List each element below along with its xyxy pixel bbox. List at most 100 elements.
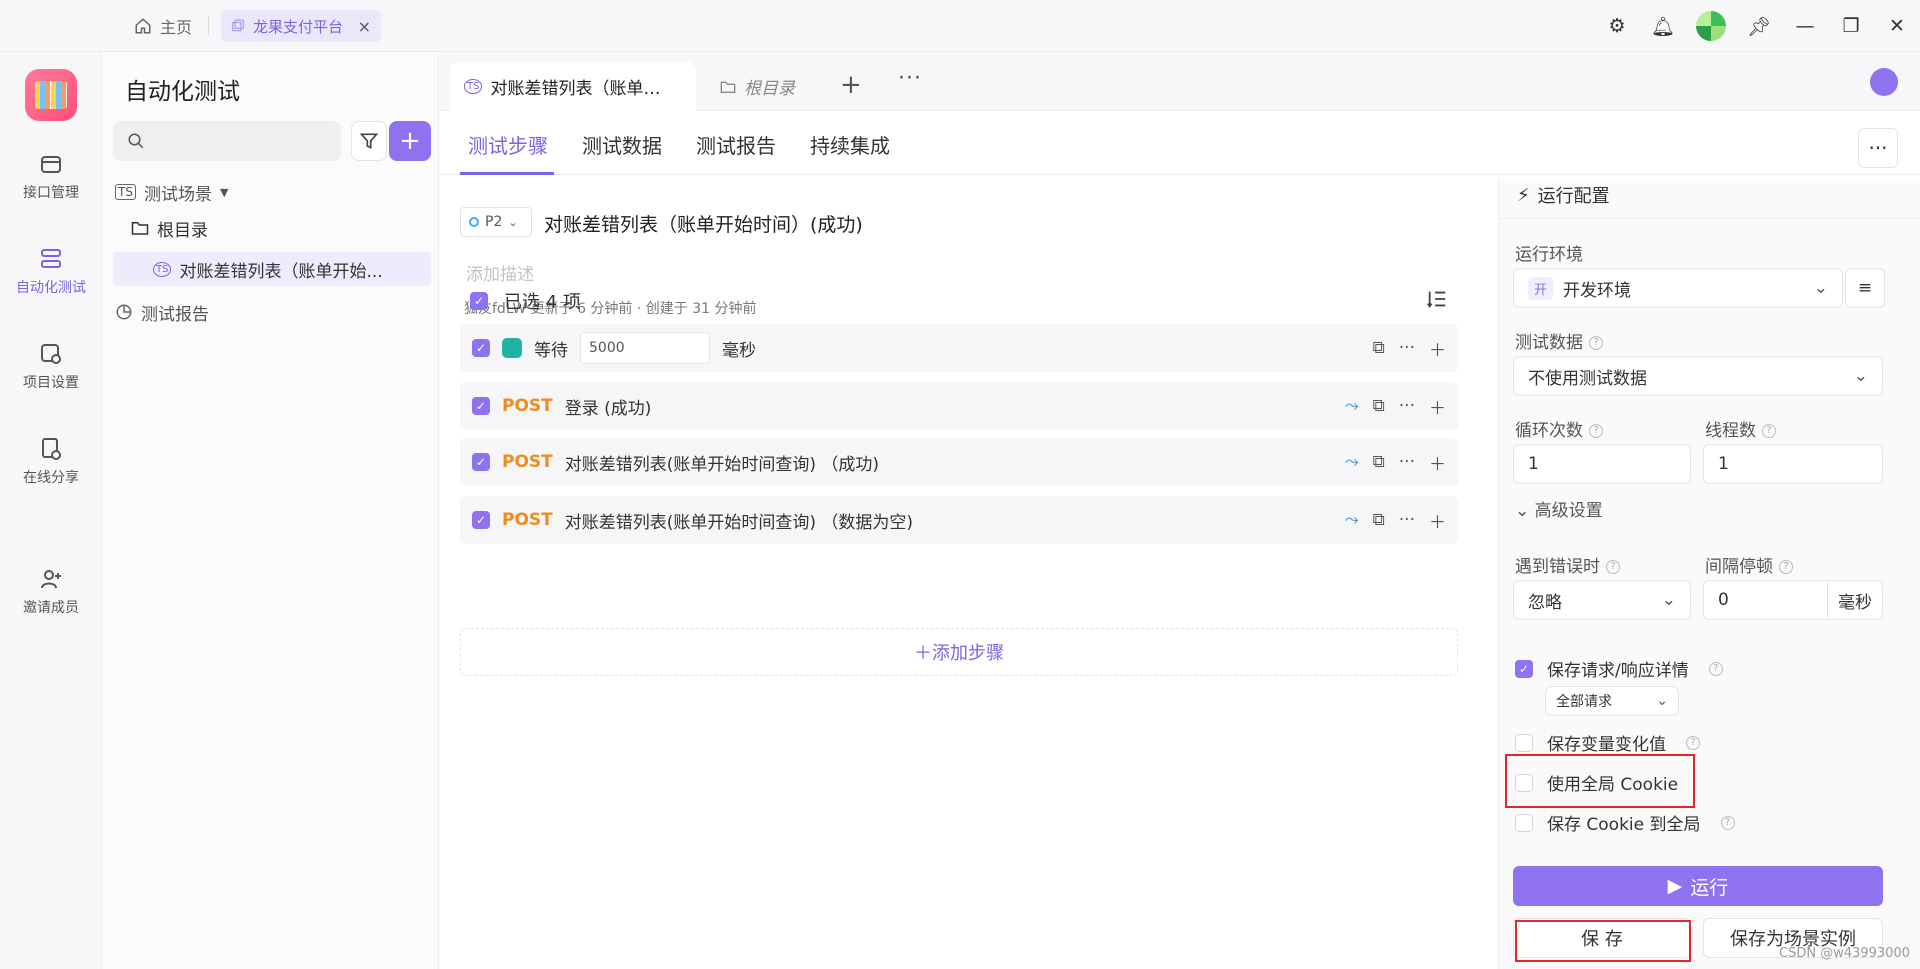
wait-ms-input[interactable]: 5000: [580, 332, 710, 364]
copy-icon[interactable]: ⧉: [1373, 510, 1385, 530]
filter-button[interactable]: [351, 121, 387, 161]
add-icon[interactable]: ＋: [1429, 336, 1446, 361]
step-label: 对账差错列表(账单开始时间查询) （数据为空): [564, 512, 914, 533]
avatar[interactable]: [1696, 11, 1726, 41]
settings-icon[interactable]: ⚙: [1594, 15, 1640, 37]
panel-title: 自动化测试: [125, 79, 240, 105]
link-icon[interactable]: ⤳: [1345, 452, 1359, 472]
scene-tree-panel: 自动化测试 + TS 测试场景 ▼ 根目录 TS 对账差错列表（账单开始... …: [103, 52, 439, 969]
priority-dot-icon: [469, 217, 479, 227]
rail-item-api[interactable]: 接口管理: [0, 152, 102, 202]
sort-icon[interactable]: [1426, 288, 1448, 315]
save-cookie-global-label: 保存 Cookie 到全局: [1547, 815, 1701, 835]
rail-label: 项目设置: [23, 375, 79, 391]
doc-tab-active[interactable]: TS 对账差错列表（账单…: [450, 62, 696, 111]
select-all-row[interactable]: ✓ 已选 4 项: [470, 288, 581, 314]
add-step-button[interactable]: ＋添加步骤: [460, 628, 1458, 676]
add-icon[interactable]: ＋: [1429, 394, 1446, 419]
more-icon[interactable]: ···: [1399, 510, 1415, 530]
description-input[interactable]: 添加描述: [466, 260, 534, 285]
checkbox-checked[interactable]: ✓: [1515, 659, 1533, 678]
run-button[interactable]: ▶ 运行: [1513, 866, 1883, 906]
thread-input[interactable]: 1: [1703, 444, 1883, 484]
tree-report[interactable]: 测试报告: [115, 295, 433, 329]
http-method: POST: [502, 396, 553, 416]
bell-icon[interactable]: 🔔︎: [1640, 15, 1686, 38]
highlight-box: [1505, 754, 1695, 808]
interval-input[interactable]: 0 毫秒: [1703, 580, 1883, 620]
project-tab[interactable]: 龙果支付平台 ×: [221, 10, 381, 42]
chevron-down-icon: ⌄: [1515, 501, 1535, 521]
interval-value: 0: [1718, 590, 1729, 610]
tab-test-report[interactable]: 测试报告: [696, 130, 776, 159]
link-icon[interactable]: ⤳: [1345, 396, 1359, 416]
request-scope-select[interactable]: 全部请求 ⌄: [1545, 686, 1679, 716]
tree-item-selected[interactable]: TS 对账差错列表（账单开始...: [113, 252, 431, 286]
checkbox-checked[interactable]: ✓: [472, 453, 490, 471]
advanced-settings-toggle[interactable]: ⌄ 高级设置: [1515, 496, 1603, 521]
rail-item-invite[interactable]: 邀请成员: [0, 567, 102, 617]
copy-icon[interactable]: ⧉: [1373, 338, 1385, 358]
share-icon: [42, 438, 61, 460]
rail-item-settings[interactable]: 项目设置: [0, 342, 102, 392]
add-icon[interactable]: ＋: [1429, 450, 1446, 475]
save-detail-row[interactable]: ✓ 保存请求/响应详情?: [1515, 656, 1723, 681]
interval-label: 间隔停顿?: [1705, 552, 1793, 577]
step-row[interactable]: ✓ POST 对账差错列表(账单开始时间查询) （成功) ⤳ ⧉ ··· ＋: [460, 438, 1458, 486]
save-vars-row[interactable]: 保存变量变化值?: [1515, 730, 1700, 755]
api-icon: [41, 156, 61, 173]
checkbox-unchecked[interactable]: [1515, 733, 1533, 752]
step-row[interactable]: ✓ POST 登录 (成功) ⤳ ⧉ ··· ＋: [460, 382, 1458, 430]
pin-icon[interactable]: 📌︎: [1736, 15, 1782, 38]
step-row-wait[interactable]: ✓ 等待 5000 毫秒 ⧉ ··· ＋: [460, 324, 1458, 372]
scene-title[interactable]: 对账差错列表（账单开始时间）(成功): [544, 210, 863, 237]
step-row[interactable]: ✓ POST 对账差错列表(账单开始时间查询) （数据为空) ⤳ ⧉ ··· ＋: [460, 496, 1458, 544]
more-options-button[interactable]: ···: [1858, 128, 1898, 168]
add-scene-button[interactable]: +: [389, 121, 431, 161]
more-icon[interactable]: ···: [1399, 338, 1415, 358]
add-icon[interactable]: ＋: [1429, 508, 1446, 533]
close-window-icon[interactable]: ✕: [1874, 15, 1920, 37]
testdata-select[interactable]: 不使用测试数据 ⌄: [1513, 356, 1883, 396]
rail-item-share[interactable]: 在线分享: [0, 437, 102, 487]
env-manage-button[interactable]: ≡: [1845, 268, 1885, 308]
close-tab-icon[interactable]: ×: [358, 17, 371, 36]
minimize-icon[interactable]: —: [1782, 15, 1828, 37]
tab-ci[interactable]: 持续集成: [810, 130, 890, 159]
project-settings-icon: [41, 344, 61, 364]
checkbox-checked[interactable]: ✓: [472, 511, 490, 529]
tree-label: 对账差错列表（账单开始...: [179, 261, 383, 282]
on-error-select[interactable]: 忽略 ⌄: [1513, 580, 1691, 620]
checkbox-checked[interactable]: ✓: [472, 397, 490, 415]
tabs-more-button[interactable]: ···: [898, 66, 922, 91]
checkbox-checked[interactable]: ✓: [470, 292, 488, 310]
maximize-icon[interactable]: ❐: [1828, 15, 1874, 37]
caret-down-icon[interactable]: ▼: [220, 186, 228, 199]
link-icon[interactable]: ⤳: [1345, 510, 1359, 530]
env-select[interactable]: 开 开发环境 ⌄: [1513, 268, 1843, 308]
tree-root-dir[interactable]: 根目录: [131, 211, 431, 245]
rail-item-automation[interactable]: 自动化测试: [0, 247, 102, 297]
sync-icon[interactable]: [1870, 68, 1898, 96]
save-cookie-global-row[interactable]: 保存 Cookie 到全局?: [1515, 810, 1735, 835]
copy-icon[interactable]: ⧉: [1373, 452, 1385, 472]
checkbox-unchecked[interactable]: [1515, 813, 1533, 832]
rail-label: 自动化测试: [16, 280, 86, 296]
folder-icon: [720, 81, 736, 93]
priority-select[interactable]: P2 ⌄: [460, 207, 532, 237]
tab-test-data[interactable]: 测试数据: [582, 130, 662, 159]
project-icon: [232, 19, 244, 32]
more-icon[interactable]: ···: [1399, 396, 1415, 416]
more-icon[interactable]: ···: [1399, 452, 1415, 472]
help-icon: ?: [1779, 560, 1793, 574]
tab-test-steps[interactable]: 测试步骤: [468, 130, 548, 159]
home-tab[interactable]: 主页: [134, 12, 192, 40]
tree-label: 测试报告: [141, 304, 209, 325]
tree-scene-root[interactable]: TS 测试场景 ▼: [115, 175, 433, 209]
new-tab-button[interactable]: +: [840, 70, 862, 100]
search-input[interactable]: [113, 121, 341, 161]
checkbox-checked[interactable]: ✓: [472, 339, 490, 357]
copy-icon[interactable]: ⧉: [1373, 396, 1385, 416]
doc-tab-root[interactable]: 根目录: [706, 62, 809, 111]
loop-input[interactable]: 1: [1513, 444, 1691, 484]
